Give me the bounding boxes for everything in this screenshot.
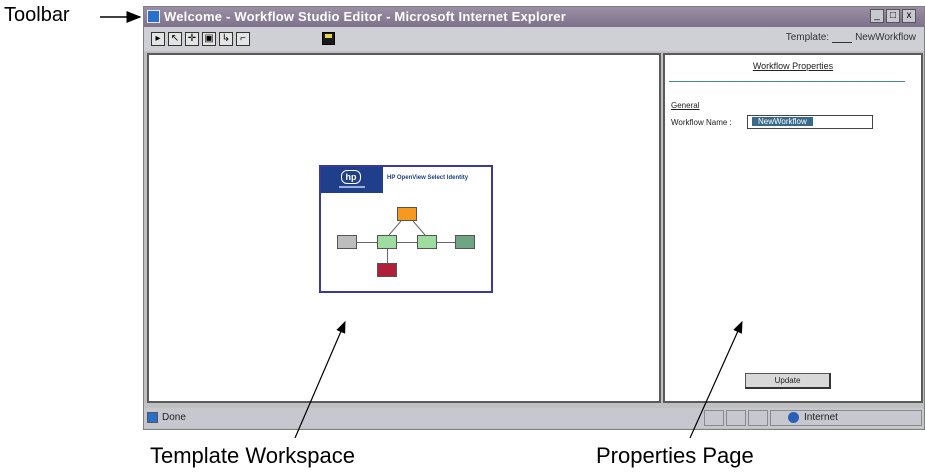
properties-callout: Properties Page xyxy=(596,443,754,468)
template-card[interactable]: hp HP OpenView Select Identity xyxy=(319,165,493,293)
title-bar: Welcome - Workflow Studio Editor - Micro… xyxy=(144,7,924,27)
update-button[interactable]: Update xyxy=(745,373,831,389)
pointer-tool-icon[interactable]: ↖ xyxy=(168,32,182,46)
template-selector[interactable]: Template: NewWorkflow xyxy=(786,32,916,43)
page-icon xyxy=(147,412,158,423)
template-label: Template: xyxy=(785,32,830,43)
status-pane xyxy=(748,410,768,426)
divider xyxy=(669,81,905,82)
window-title: Welcome - Workflow Studio Editor - Micro… xyxy=(164,9,566,24)
node-tool-icon[interactable]: ▣ xyxy=(202,32,216,46)
maximize-button[interactable]: □ xyxy=(886,9,900,23)
browser-window: Welcome - Workflow Studio Editor - Micro… xyxy=(143,6,925,430)
ie-icon xyxy=(147,10,160,23)
diagonal-connectors xyxy=(388,220,426,236)
workspace-callout: Template Workspace xyxy=(150,443,356,468)
link-tool-icon[interactable]: ↳ xyxy=(219,32,233,46)
section-label: General xyxy=(671,101,700,110)
toolbar-callout: Toolbar xyxy=(4,4,70,26)
globe-icon xyxy=(788,412,799,423)
status-bar: Done Internet xyxy=(144,408,924,428)
workflow-name-label: Workflow Name : xyxy=(671,118,732,127)
editor-toolbar: ▸ ↖ ✛ ▣ ↳ ⌐ Template: NewWorkflow xyxy=(144,27,924,51)
template-value: NewWorkflow xyxy=(855,32,916,43)
minimize-button[interactable]: _ xyxy=(870,9,884,23)
workflow-name-field[interactable]: NewWorkflow xyxy=(747,115,873,129)
workflow-name-value: NewWorkflow xyxy=(752,117,813,126)
properties-page: Workflow Properties General Workflow Nam… xyxy=(663,53,923,403)
save-icon[interactable] xyxy=(322,32,335,45)
status-pane xyxy=(704,410,724,426)
select-tool-icon[interactable]: ▸ xyxy=(151,32,165,46)
end-tool-icon[interactable]: ⌐ xyxy=(236,32,250,46)
close-button[interactable]: x xyxy=(902,9,916,23)
zone-text: Internet xyxy=(804,412,838,423)
properties-title: Workflow Properties xyxy=(752,61,834,71)
status-text: Done xyxy=(162,412,186,423)
connect-tool-icon[interactable]: ✛ xyxy=(185,32,199,46)
template-workspace[interactable]: hp HP OpenView Select Identity xyxy=(147,53,661,403)
status-pane xyxy=(726,410,746,426)
